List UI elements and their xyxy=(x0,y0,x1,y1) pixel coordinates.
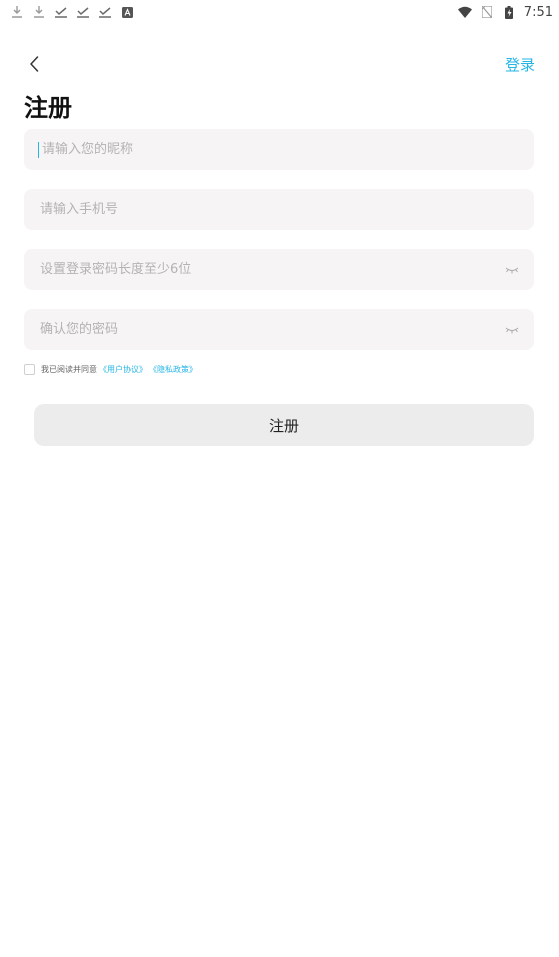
user-agreement-link[interactable]: 《用户协议》 xyxy=(99,364,147,375)
status-left-icons xyxy=(0,5,134,19)
agreement-row: 我已阅读并同意 《用户协议》 《隐私政策》 xyxy=(24,364,197,375)
confirm-password-input[interactable] xyxy=(38,321,504,338)
status-right-icons: 7:51 xyxy=(457,4,559,20)
app-notification-icon xyxy=(120,5,134,19)
register-page: 7:51 登录 注册 我已阅读并同意 《用户协议》 《隐私政策》 xyxy=(0,0,559,957)
agreement-text: 我已阅读并同意 xyxy=(41,365,97,374)
check-icon xyxy=(54,5,68,19)
status-time: 7:51 xyxy=(523,4,553,20)
back-button[interactable] xyxy=(22,52,46,76)
page-title: 注册 xyxy=(24,94,72,122)
eye-closed-icon[interactable] xyxy=(504,265,520,275)
battery-charging-icon xyxy=(502,5,516,19)
phone-input[interactable] xyxy=(38,201,520,218)
eye-closed-icon[interactable] xyxy=(504,325,520,335)
no-sim-icon xyxy=(480,5,494,19)
password-field[interactable] xyxy=(24,249,534,290)
check-icon xyxy=(98,5,112,19)
password-input[interactable] xyxy=(38,261,504,278)
check-icon xyxy=(76,5,90,19)
nickname-input[interactable] xyxy=(40,141,520,158)
login-link[interactable]: 登录 xyxy=(505,54,535,75)
privacy-policy-link[interactable]: 《隐私政策》 xyxy=(149,364,197,375)
agreement-checkbox[interactable] xyxy=(24,364,35,375)
confirm-password-field[interactable] xyxy=(24,309,534,350)
chevron-left-icon xyxy=(30,56,39,72)
status-bar: 7:51 xyxy=(0,0,559,24)
phone-field[interactable] xyxy=(24,189,534,230)
download-icon xyxy=(32,5,46,19)
text-cursor xyxy=(38,141,39,158)
register-button[interactable]: 注册 xyxy=(34,404,534,446)
download-icon xyxy=(10,5,24,19)
nickname-field[interactable] xyxy=(24,129,534,170)
wifi-icon xyxy=(457,5,472,19)
